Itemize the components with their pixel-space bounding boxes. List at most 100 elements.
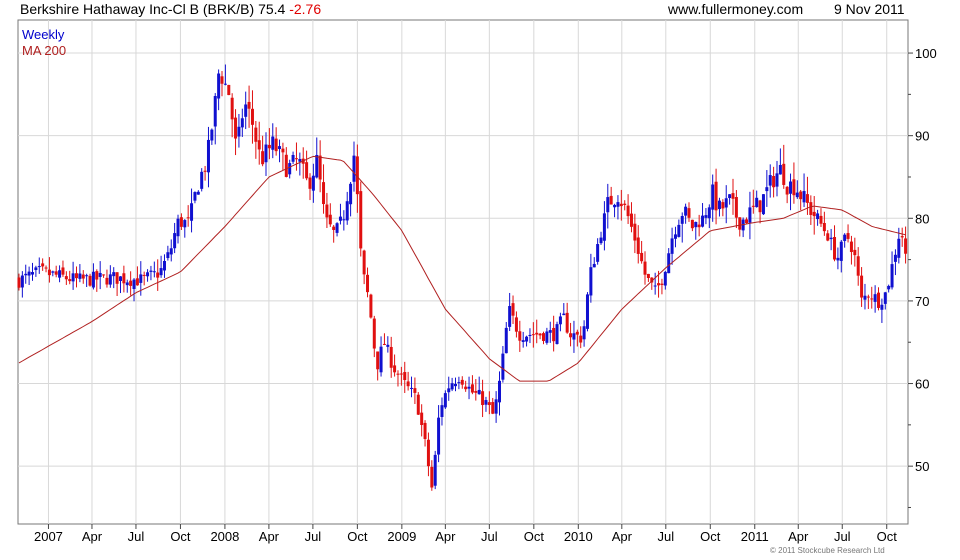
candle-body — [305, 162, 309, 179]
candle-body — [525, 336, 529, 342]
candle-body — [274, 138, 278, 152]
candle-body — [653, 285, 657, 287]
candle-body — [102, 274, 106, 276]
candle-body — [541, 333, 545, 341]
candle-body — [545, 331, 549, 343]
x-tick-label: Jul — [305, 529, 322, 544]
legend-weekly: Weekly — [22, 27, 65, 42]
candle-body — [247, 101, 251, 109]
candle-body — [31, 272, 35, 275]
candle-body — [227, 84, 231, 96]
candle-body — [609, 195, 613, 205]
price-chart: 50 60 70 80 90 100 2007 Apr Jul Oct 2008 Apr Jul Oct 2… — [17, 19, 937, 544]
candle-body — [278, 146, 282, 150]
x-tick-label: Oct — [524, 529, 545, 544]
candle-body — [112, 272, 116, 277]
candle-body — [149, 270, 153, 272]
candle-body — [349, 183, 353, 205]
candle-body — [833, 237, 837, 260]
x-tick-label: Apr — [612, 529, 633, 544]
candle-body — [372, 318, 376, 349]
candle-body — [494, 399, 498, 414]
candle-body — [24, 273, 28, 276]
x-tick-label: 2010 — [564, 529, 593, 544]
candle-body — [125, 282, 129, 286]
candle-body — [379, 346, 383, 373]
candle-body — [481, 391, 485, 406]
candle-body — [487, 402, 491, 406]
candle-body — [616, 202, 620, 207]
candle-body — [220, 76, 224, 84]
candle-body — [558, 316, 562, 325]
candle-body — [816, 213, 820, 220]
candle-body — [880, 304, 884, 310]
candle-body — [406, 381, 410, 387]
candle-body — [893, 254, 897, 262]
candle-body — [511, 303, 515, 316]
candle-body — [904, 238, 908, 254]
candle-body — [190, 203, 194, 221]
x-tick-label: Oct — [700, 529, 721, 544]
candle-body — [342, 219, 346, 221]
x-tick-label: Jul — [834, 529, 851, 544]
candle-body — [528, 334, 532, 336]
candle-body — [619, 203, 623, 207]
candle-body — [701, 215, 705, 227]
candle-body — [707, 207, 711, 219]
candle-body — [376, 351, 380, 370]
candle-body — [85, 275, 89, 277]
candle-body — [237, 126, 241, 137]
candle-body — [433, 454, 437, 486]
candle-body — [853, 249, 857, 256]
candle-body — [281, 148, 285, 153]
candle-body — [518, 331, 522, 341]
candle-body — [724, 198, 728, 208]
candle-body — [129, 280, 133, 286]
candle-body — [877, 292, 881, 308]
x-tick-label: 2008 — [210, 529, 239, 544]
candle-body — [437, 417, 441, 455]
candle-body — [261, 151, 265, 165]
candle-body — [328, 214, 332, 225]
candle-body — [643, 261, 647, 275]
candle-body — [734, 196, 738, 218]
candle-body — [501, 353, 505, 380]
candle-body — [332, 226, 336, 230]
candle-body — [690, 219, 694, 229]
x-tick-label: 2009 — [387, 529, 416, 544]
candle-body — [369, 294, 373, 318]
candle-body — [95, 271, 99, 280]
candle-body — [460, 379, 464, 385]
candle-body — [44, 267, 48, 269]
candle-body — [657, 283, 661, 286]
candle-body — [606, 197, 610, 213]
candle-body — [795, 192, 799, 198]
candle-body — [677, 224, 681, 237]
x-tick-label: Oct — [170, 529, 191, 544]
candle-body — [416, 394, 420, 415]
candle-body — [812, 211, 816, 217]
candle-body — [799, 191, 803, 200]
candle-body — [613, 204, 617, 208]
candle-body — [680, 216, 684, 224]
candle-body — [667, 253, 671, 274]
candle-body — [294, 158, 298, 160]
candle-body — [822, 222, 826, 232]
candle-body — [146, 272, 150, 277]
candle-body — [54, 271, 58, 275]
candle-body — [68, 279, 72, 282]
candle-body — [217, 73, 221, 99]
candle-body — [396, 373, 400, 375]
candle-body — [535, 332, 539, 335]
candle-body — [169, 248, 173, 255]
candle-body — [569, 333, 573, 338]
candle-body — [521, 340, 525, 342]
candle-body — [64, 276, 68, 280]
candle-body — [359, 191, 363, 249]
candle-body — [213, 96, 217, 127]
candle-body — [538, 333, 542, 336]
candle-body — [663, 271, 667, 286]
candle-body — [74, 273, 78, 279]
candle-body — [474, 390, 478, 393]
candle-body — [829, 237, 833, 240]
